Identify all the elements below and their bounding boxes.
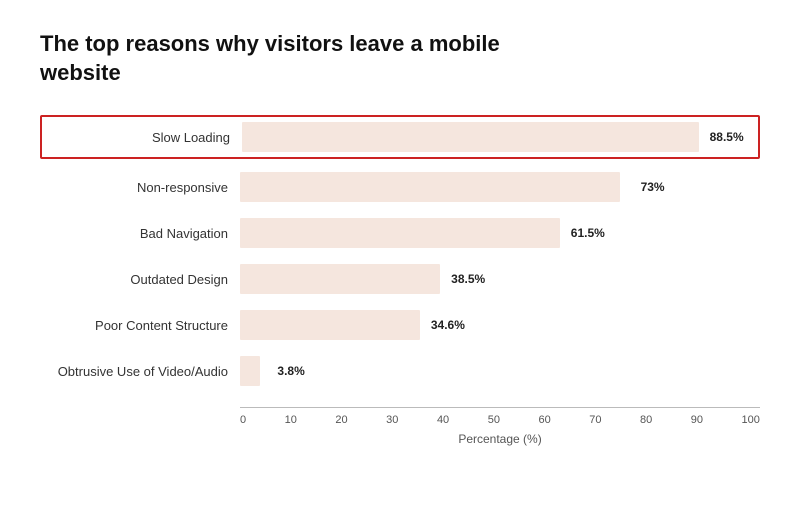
x-axis-labels: 0 10 20 30 40 50 60 70 80 90 100 xyxy=(240,414,760,426)
bar-label: Poor Content Structure xyxy=(40,318,240,333)
bar-fill: 34.6% xyxy=(240,310,420,340)
bar-label: Outdated Design xyxy=(40,272,240,287)
bar-fill: 61.5% xyxy=(240,218,560,248)
bar-row: Slow Loading88.5% xyxy=(40,115,760,159)
bar-area: 88.5% xyxy=(242,119,758,155)
x-tick: 20 xyxy=(335,414,347,426)
x-tick: 90 xyxy=(691,414,703,426)
x-tick: 0 xyxy=(240,414,246,426)
x-tick: 50 xyxy=(488,414,500,426)
chart-title: The top reasons why visitors leave a mob… xyxy=(40,30,520,87)
bar-fill: 73% xyxy=(240,172,620,202)
bar-area: 73% xyxy=(240,169,760,205)
bar-value-label: 73% xyxy=(641,180,665,194)
x-tick: 100 xyxy=(742,414,760,426)
chart-rows-wrapper: Slow Loading88.5%Non-responsive73%Bad Na… xyxy=(40,115,760,399)
bar-area: 3.8% xyxy=(240,353,760,389)
bar-row: Non-responsive73% xyxy=(40,169,760,205)
x-axis-title: Percentage (%) xyxy=(240,432,760,446)
bar-fill: 3.8% xyxy=(240,356,260,386)
x-tick: 60 xyxy=(538,414,550,426)
chart-container: Slow Loading88.5%Non-responsive73%Bad Na… xyxy=(40,115,760,446)
bar-value-label: 88.5% xyxy=(710,130,744,144)
bar-area: 61.5% xyxy=(240,215,760,251)
bar-area: 38.5% xyxy=(240,261,760,297)
bar-label: Slow Loading xyxy=(42,130,242,145)
x-axis: 0 10 20 30 40 50 60 70 80 90 100 xyxy=(240,407,760,426)
bar-row: Obtrusive Use of Video/Audio3.8% xyxy=(40,353,760,389)
bar-fill: 88.5% xyxy=(242,122,699,152)
bar-value-label: 3.8% xyxy=(277,364,304,378)
bar-value-label: 38.5% xyxy=(451,272,485,286)
x-tick: 70 xyxy=(589,414,601,426)
bar-label: Non-responsive xyxy=(40,180,240,195)
bar-label: Bad Navigation xyxy=(40,226,240,241)
bar-fill: 38.5% xyxy=(240,264,440,294)
x-tick: 30 xyxy=(386,414,398,426)
x-tick: 80 xyxy=(640,414,652,426)
bar-row: Bad Navigation61.5% xyxy=(40,215,760,251)
bar-row: Poor Content Structure34.6% xyxy=(40,307,760,343)
x-tick: 10 xyxy=(285,414,297,426)
x-tick: 40 xyxy=(437,414,449,426)
bar-area: 34.6% xyxy=(240,307,760,343)
bar-row: Outdated Design38.5% xyxy=(40,261,760,297)
bar-label: Obtrusive Use of Video/Audio xyxy=(40,364,240,379)
bar-value-label: 61.5% xyxy=(571,226,605,240)
bar-value-label: 34.6% xyxy=(431,318,465,332)
